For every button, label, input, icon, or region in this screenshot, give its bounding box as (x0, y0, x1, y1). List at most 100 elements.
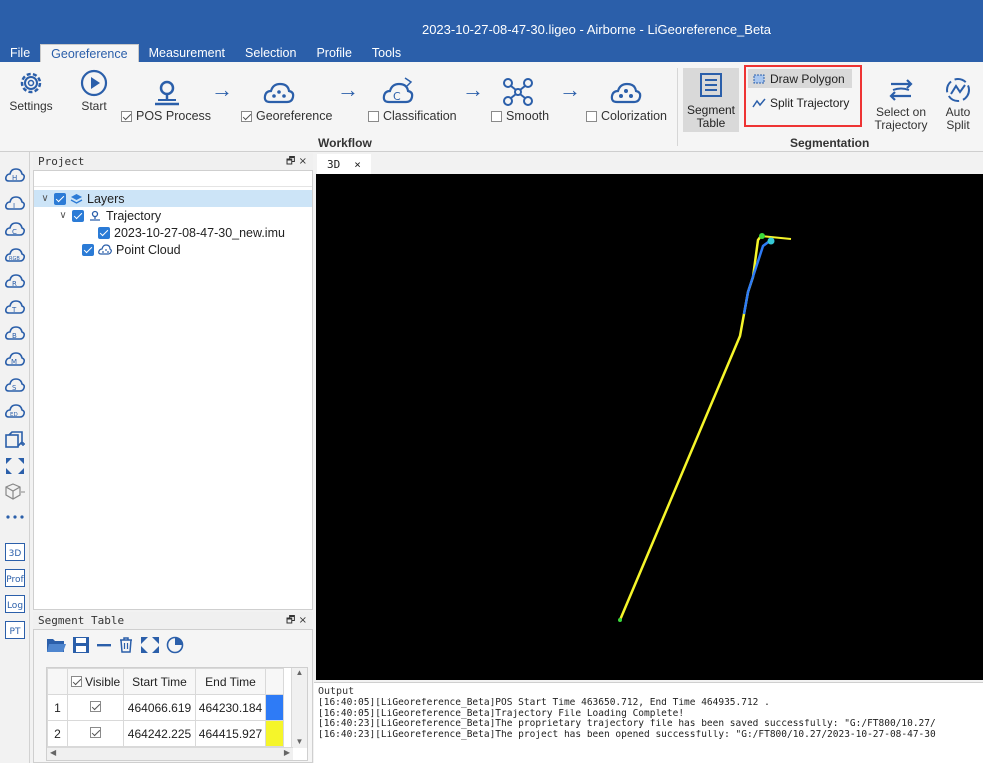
scroll-left-icon[interactable]: ◀ (50, 748, 56, 757)
segment-table-button[interactable]: Segment Table (683, 68, 739, 132)
play-icon (80, 69, 108, 97)
georeference-checkbox[interactable]: Georeference (241, 109, 332, 123)
r-cloud-icon[interactable]: R (4, 270, 26, 290)
log-line: [16:40:23][LiGeoreference_Beta]The proje… (318, 729, 936, 740)
start-time-cell[interactable]: 464242.225 (123, 720, 196, 747)
horizontal-scrollbar[interactable]: ◀ ▶ (47, 747, 293, 760)
chevron-down-icon[interactable]: ∨ (58, 210, 68, 221)
close-icon[interactable]: × (354, 158, 361, 171)
fit-view-icon[interactable] (140, 636, 160, 654)
menu-measurement[interactable]: Measurement (139, 44, 235, 62)
save-icon[interactable] (72, 636, 90, 654)
end-time-cell[interactable]: 464230.184 (195, 694, 266, 721)
ed-cloud-icon[interactable]: ED (4, 400, 26, 420)
pos-process-checkbox[interactable]: POS Process (121, 109, 211, 123)
tree-node-trajectory[interactable]: ∨ Trajectory (58, 207, 161, 224)
smooth-checkbox[interactable]: Smooth (491, 109, 549, 123)
svg-text:B: B (12, 332, 17, 340)
visible-cell[interactable] (67, 694, 124, 721)
classification-checkbox[interactable]: Classification (368, 109, 457, 123)
fit-view-icon[interactable] (4, 456, 26, 476)
i-cloud-icon[interactable]: I (4, 192, 26, 212)
svg-text:T: T (11, 306, 17, 314)
settings-button[interactable]: Settings (6, 68, 56, 113)
visible-all-checkbox[interactable] (70, 675, 82, 687)
start-time-cell[interactable]: 464066.619 (123, 694, 196, 721)
s-cloud-icon[interactable]: S (4, 374, 26, 394)
column-header-visible[interactable]: Visible (67, 668, 124, 695)
scroll-up-icon[interactable]: ▲ (292, 668, 307, 677)
output-title: Output (318, 686, 355, 697)
checkbox-box[interactable] (586, 110, 597, 122)
pos-process-icon (155, 80, 179, 106)
pt-view-button[interactable]: PT (5, 621, 25, 639)
color-swatch[interactable] (265, 720, 284, 747)
checkbox-box[interactable] (121, 110, 132, 122)
checkbox-box[interactable] (241, 110, 252, 122)
minus-icon[interactable] (96, 636, 112, 654)
tree-node-layers[interactable]: ∨ Layers (34, 190, 312, 207)
scroll-down-icon[interactable]: ▼ (292, 737, 307, 746)
scroll-right-icon[interactable]: ▶ (284, 748, 290, 757)
chevron-down-icon[interactable]: ∨ (40, 193, 50, 204)
checkbox-icon[interactable] (54, 192, 66, 205)
start-button[interactable]: Start (74, 68, 114, 113)
select-on-trajectory-button[interactable]: Select on Trajectory (868, 76, 934, 132)
column-header-start-time[interactable]: Start Time (123, 668, 196, 695)
log-view-button[interactable]: Log (5, 595, 25, 613)
m-cloud-icon[interactable]: M (4, 348, 26, 368)
ribbon: Settings Start → → C → → POS Process Geo… (0, 62, 983, 152)
checkbox-icon[interactable] (82, 243, 94, 256)
tree-node-point-cloud[interactable]: Point Cloud (82, 241, 181, 258)
tree-node-imu-file[interactable]: 2023-10-27-08-47-30_new.imu (98, 224, 285, 241)
end-time-cell[interactable]: 464415.927 (195, 720, 266, 747)
checkbox-icon[interactable] (72, 209, 84, 222)
tree-label: Trajectory (106, 208, 162, 223)
dots-icon[interactable] (4, 510, 26, 524)
menu-georeference[interactable]: Georeference (40, 44, 139, 62)
panel-float-close-icon[interactable]: 🗗 × (286, 612, 307, 629)
c-cloud-icon[interactable]: C (4, 218, 26, 238)
h-cloud-icon[interactable]: H (4, 164, 26, 184)
folder-open-icon[interactable] (46, 636, 66, 654)
project-panel: ∨ Layers ∨ Trajectory 2023-10-27-08-47-3… (33, 170, 313, 610)
trajectory-segment-top (760, 235, 792, 240)
3d-view-button[interactable]: 3D (5, 543, 25, 561)
visible-checkbox[interactable] (90, 700, 101, 712)
menu-selection[interactable]: Selection (235, 44, 306, 62)
checkbox-box[interactable] (491, 110, 502, 122)
menu-file[interactable]: File (0, 44, 40, 62)
segment-panel: Visible Start Time End Time 1 464066.619… (33, 629, 313, 763)
rgb-cloud-icon[interactable]: RGB (4, 244, 26, 264)
pie-chart-icon[interactable] (166, 636, 184, 654)
auto-split-label: Auto Split (946, 106, 971, 132)
panel-float-close-icon[interactable]: 🗗 × (286, 153, 307, 170)
auto-split-button[interactable]: Auto Split (938, 76, 978, 132)
tree-label: Point Cloud (116, 242, 181, 257)
color-swatch[interactable] (265, 694, 284, 721)
checkbox-icon[interactable] (98, 226, 110, 239)
column-header-end-time[interactable]: End Time (195, 668, 266, 695)
project-panel-title: Project (38, 155, 85, 168)
t-cloud-icon[interactable]: T (4, 296, 26, 316)
tab-3d[interactable]: 3D × (317, 154, 371, 174)
ribbon-separator (677, 68, 678, 146)
b-cloud-icon[interactable]: B (4, 322, 26, 342)
project-filter-input[interactable] (34, 171, 312, 187)
vertical-scrollbar[interactable]: ▲ ▼ (291, 668, 307, 748)
colorization-checkbox[interactable]: Colorization (586, 109, 667, 123)
checkbox-box[interactable] (368, 110, 379, 122)
visible-checkbox[interactable] (90, 726, 101, 738)
table-row[interactable]: 2 464242.225 464415.927 (47, 720, 284, 747)
colorization-label: Colorization (601, 109, 668, 123)
profile-view-button[interactable]: Prof (5, 569, 25, 587)
visible-cell[interactable] (67, 720, 124, 747)
add-box-icon[interactable] (4, 430, 26, 450)
3d-viewport[interactable] (316, 174, 983, 680)
table-header-row: Visible Start Time End Time (47, 668, 284, 695)
cube-icon[interactable] (4, 482, 26, 502)
menu-tools[interactable]: Tools (362, 44, 411, 62)
table-row[interactable]: 1 464066.619 464230.184 (47, 694, 284, 721)
trash-icon[interactable] (118, 636, 134, 654)
menu-profile[interactable]: Profile (306, 44, 361, 62)
